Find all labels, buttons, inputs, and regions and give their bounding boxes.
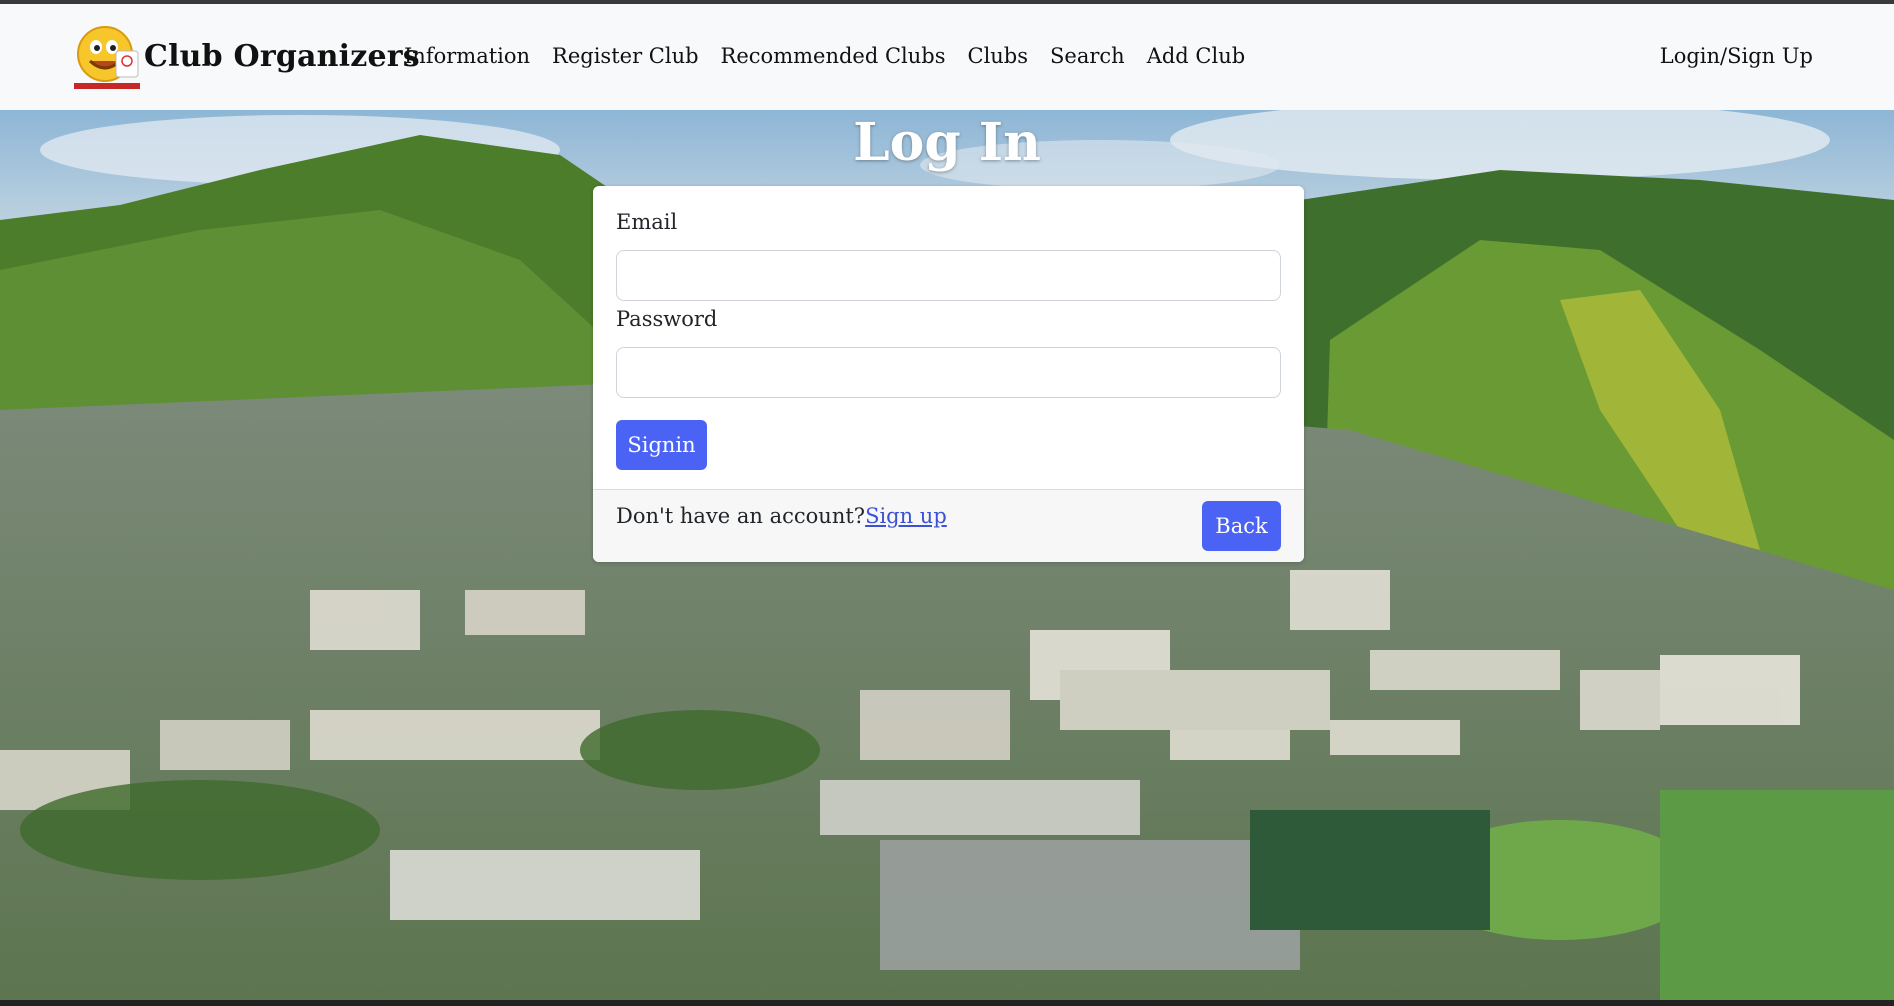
password-label: Password [616,307,718,331]
signup-prompt: Don't have an account?Sign up [616,504,947,528]
nav-item-add-club[interactable]: Add Club [1147,44,1245,68]
signin-button[interactable]: Signin [616,420,707,470]
page-title: Log In [853,112,1041,173]
window-bottom-border [0,1000,1894,1006]
email-field[interactable] [616,250,1281,301]
email-label: Email [616,210,678,234]
back-button[interactable]: Back [1202,501,1281,551]
login-form: Email Password Signin [593,186,1304,470]
password-field[interactable] [616,347,1281,398]
brand[interactable]: Club Organizers [72,21,420,91]
login-signup-link[interactable]: Login/Sign Up [1660,44,1813,68]
card-footer: Don't have an account?Sign up Back [593,489,1304,562]
signup-link[interactable]: Sign up [865,504,947,528]
nav-item-register-club[interactable]: Register Club [552,44,699,68]
nav-links: Information Register Club Recommended Cl… [404,44,1267,68]
nav-item-recommended-clubs[interactable]: Recommended Clubs [721,44,946,68]
nav-item-clubs[interactable]: Clubs [968,44,1029,68]
brand-name: Club Organizers [144,38,420,74]
nav-item-search[interactable]: Search [1050,44,1125,68]
navbar: Club Organizers Information Register Clu… [0,4,1894,110]
signup-prompt-text: Don't have an account? [616,504,866,528]
smiley-logo-icon [72,21,142,91]
login-card: Email Password Signin Don't have an acco… [593,186,1304,562]
nav-item-information[interactable]: Information [404,44,530,68]
